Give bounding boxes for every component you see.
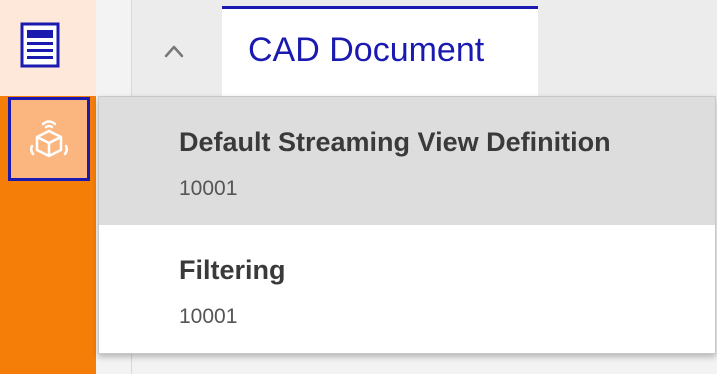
dropdown-option-default-streaming[interactable]: Default Streaming View Definition 10001 xyxy=(99,97,715,225)
option-subtitle: 10001 xyxy=(179,305,238,328)
rail-item-streaming-view[interactable] xyxy=(8,97,90,181)
dropdown-option-filtering[interactable]: Filtering 10001 xyxy=(99,225,715,353)
document-list-icon xyxy=(20,22,60,68)
tab-label: CAD Document xyxy=(248,31,485,69)
option-title: Filtering xyxy=(179,255,286,285)
collapse-button[interactable] xyxy=(152,30,196,70)
option-title: Default Streaming View Definition xyxy=(179,127,611,157)
tab-cad-document[interactable]: CAD Document xyxy=(222,6,538,96)
streaming-cube-icon xyxy=(29,120,69,158)
rail-item-document-list[interactable] xyxy=(20,22,60,68)
chevron-up-icon xyxy=(164,45,184,58)
option-subtitle: 10001 xyxy=(179,177,238,200)
left-rail xyxy=(0,0,96,374)
dropdown-menu: Default Streaming View Definition 10001 … xyxy=(98,96,716,354)
